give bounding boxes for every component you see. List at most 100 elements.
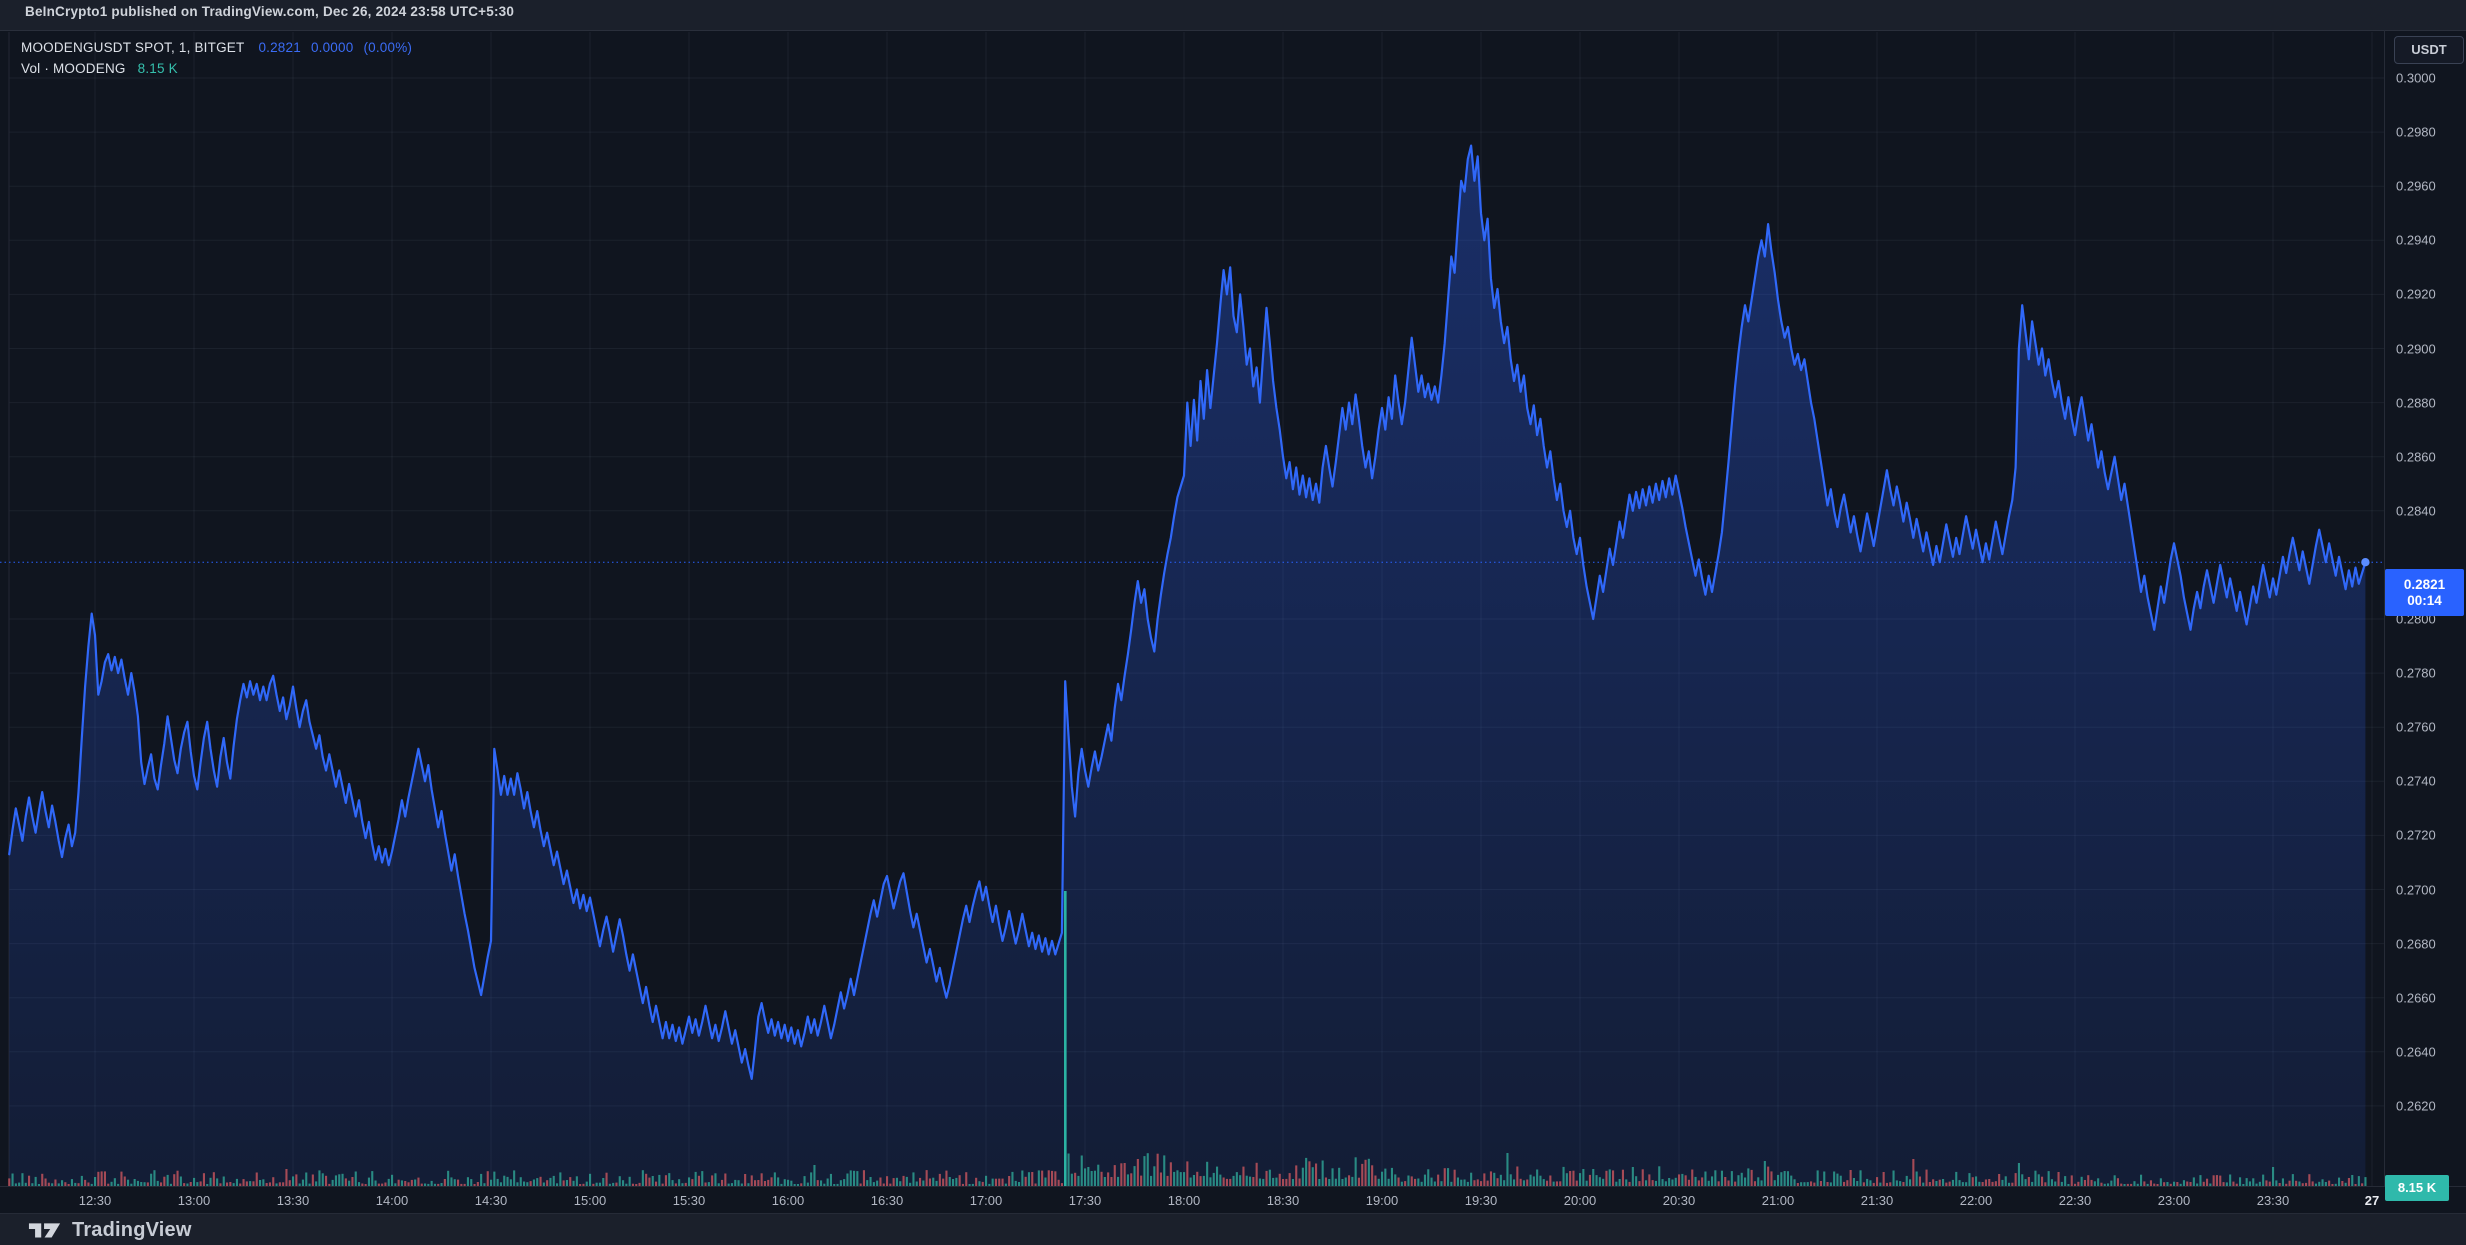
volume-bar [912,1172,914,1187]
volume-bar [813,1165,815,1187]
volume-bar [1269,1170,1271,1187]
volume-bar [97,1172,99,1187]
volume-bar [1714,1170,1716,1187]
volume-bar [1622,1170,1624,1187]
volume-bar [1579,1173,1581,1187]
volume-bar [493,1172,495,1187]
price-axis-label: 0.2960 [2396,179,2436,194]
time-axis-label: 12:30 [79,1193,112,1208]
volume-bar [1097,1165,1099,1187]
volume-bar [256,1173,258,1188]
volume-bar [1312,1167,1314,1187]
volume-bar [1170,1162,1172,1187]
volume-bar [1071,1174,1073,1187]
volume-bar [1691,1170,1693,1188]
volume-bar [1315,1164,1317,1188]
time-axis-separator[interactable] [0,1186,2466,1187]
volume-bar [1355,1157,1357,1187]
volume-study-label[interactable]: Vol · MOODENG [21,61,126,76]
bar-countdown: 00:14 [2385,593,2464,608]
volume-bar [12,1174,14,1188]
volume-bar [1322,1161,1324,1188]
volume-bar [1787,1171,1789,1187]
price-axis-label: 0.2780 [2396,666,2436,681]
price-axis-label: 0.2920 [2396,287,2436,302]
volume-bar [1767,1167,1769,1187]
volume-bar [1516,1167,1518,1188]
time-axis-label: 13:00 [178,1193,211,1208]
volume-bar [1054,1171,1056,1187]
volume-bar [695,1172,697,1187]
volume-bar [1836,1174,1838,1187]
volume-bar [1302,1168,1304,1187]
volume-bar [1536,1170,1538,1188]
volume-bar-spike [1064,891,1067,1187]
volume-bar [1031,1172,1033,1187]
tradingview-logo-icon[interactable] [28,1218,62,1242]
volume-bar [1028,1172,1030,1187]
legend-volume-value: 8.15 K [138,61,178,76]
volume-bar [1101,1172,1103,1187]
price-axis-label: 0.3000 [2396,71,2436,86]
volume-bar [101,1171,103,1187]
volume-bar [1068,1154,1070,1188]
volume-bar [761,1173,763,1187]
time-axis-label: 27 [2365,1193,2379,1208]
volume-bar [104,1171,106,1187]
time-axis-label: 23:30 [2257,1193,2290,1208]
volume-bar [285,1169,287,1187]
time-axis-label: 17:00 [970,1193,1003,1208]
volume-bar [1236,1172,1238,1187]
volume-bar [850,1170,852,1187]
tradingview-brand-text[interactable]: TradingView [72,1219,192,1242]
volume-bar [318,1170,320,1187]
volume-bar [1160,1173,1162,1188]
time-axis-label: 14:00 [376,1193,409,1208]
legend-change: 0.0000 [311,40,354,55]
volume-bar [1173,1172,1175,1187]
time-axis-label: 13:30 [277,1193,310,1208]
symbol-title[interactable]: MOODENGUSDT SPOT, 1, BITGET [21,40,244,55]
volume-bar [1391,1168,1393,1187]
volume-bar [945,1171,947,1187]
price-axis-label: 0.2760 [2396,720,2436,735]
volume-bar [1427,1169,1429,1187]
time-axis-label: 20:00 [1564,1193,1597,1208]
time-axis-label: 15:30 [673,1193,706,1208]
volume-bar [1163,1155,1165,1187]
volume-bar [1582,1169,1584,1187]
volume-bar [203,1173,205,1187]
volume-bar [1731,1171,1733,1187]
time-axis-label: 21:00 [1762,1193,1795,1208]
volume-bar [1153,1166,1155,1187]
volume-bar [559,1172,561,1187]
time-axis-label: 20:30 [1663,1193,1696,1208]
price-axis-label: 0.2940 [2396,233,2436,248]
volume-bar [774,1172,776,1187]
volume-bar [1721,1171,1723,1187]
volume-bar [1137,1159,1139,1187]
volume-bar [1770,1171,1772,1187]
volume-bar [1180,1172,1182,1187]
currency-usdt-button[interactable]: USDT [2394,36,2464,64]
volume-bar [1087,1167,1089,1187]
volume-bar [1447,1168,1449,1187]
volume-bar [2034,1171,2036,1187]
volume-bar [1566,1173,1568,1187]
volume-bar [701,1171,703,1187]
volume-bar [1176,1170,1178,1187]
volume-bar [1361,1164,1363,1187]
volume-bar [1605,1171,1607,1187]
price-chart-canvas[interactable] [0,31,2466,1214]
last-price-dot [2361,558,2369,566]
volume-bar [1592,1169,1594,1187]
volume-bar [1893,1171,1895,1188]
time-axis-label: 14:30 [475,1193,508,1208]
volume-bar [1094,1171,1096,1187]
volume-bar [2272,1167,2274,1187]
volume-bar [120,1172,122,1187]
volume-bar [305,1173,307,1188]
volume-bar [1632,1167,1634,1187]
time-axis-label: 18:30 [1267,1193,1300,1208]
chart-pane[interactable]: MOODENGUSDT SPOT, 1, BITGET0.28210.0000(… [0,30,2466,1214]
